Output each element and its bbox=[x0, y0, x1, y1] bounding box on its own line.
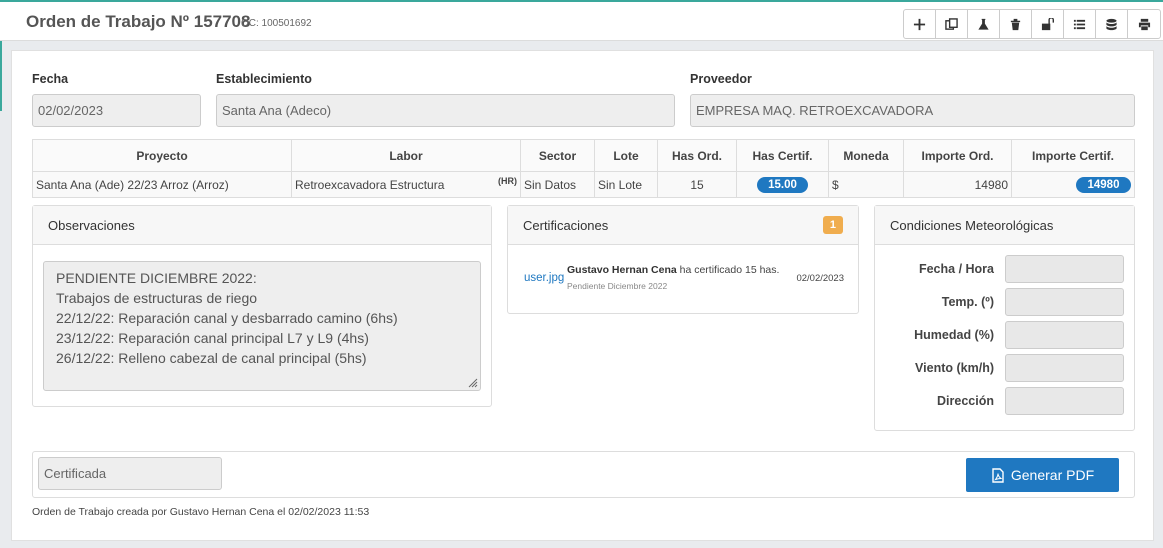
labor-table: Proyecto Labor Sector Lote Has Ord. Has … bbox=[32, 139, 1135, 198]
col-importe-ord: Importe Ord. bbox=[903, 139, 1012, 172]
fecha-hora-input[interactable] bbox=[1005, 255, 1124, 283]
database-icon bbox=[1106, 18, 1117, 30]
lab-button[interactable] bbox=[968, 10, 1000, 38]
col-labor: Labor bbox=[291, 139, 521, 172]
col-sector: Sector bbox=[520, 139, 595, 172]
col-importe-certif: Importe Certif. bbox=[1011, 139, 1135, 172]
cell-proyecto: Santa Ana (Ade) 22/23 Arroz (Arroz) bbox=[32, 171, 292, 198]
pdf-file-icon bbox=[992, 467, 1004, 483]
certification-note: Pendiente Diciembre 2022 bbox=[567, 281, 668, 291]
direccion-label: Dirección bbox=[937, 394, 994, 408]
cell-moneda: $ bbox=[828, 171, 904, 198]
importe-certif-badge: 14980 bbox=[1076, 176, 1131, 193]
certification-text: Gustavo Hernan Cena ha certificado 15 ha… bbox=[567, 264, 779, 276]
certification-date: 02/02/2023 bbox=[796, 273, 844, 284]
obs-line: PENDIENTE DICIEMBRE 2022: bbox=[56, 270, 257, 286]
certification-action: ha certificado 15 has. bbox=[676, 264, 780, 276]
certificaciones-count-badge: 1 bbox=[822, 216, 843, 234]
delete-button[interactable] bbox=[1000, 10, 1032, 38]
obs-line: 23/12/22: Reparación canal principal L7 … bbox=[56, 330, 369, 346]
copy-button[interactable] bbox=[936, 10, 968, 38]
humedad-label: Humedad (%) bbox=[914, 328, 994, 342]
obs-line: 22/12/22: Reparación canal y desbarrado … bbox=[56, 310, 398, 326]
resize-handle-icon[interactable] bbox=[466, 376, 478, 388]
obs-line: Trabajos de estructuras de riego bbox=[56, 290, 258, 306]
col-proyecto: Proyecto bbox=[32, 139, 292, 172]
cell-importe-ord: 14980 bbox=[903, 171, 1012, 198]
certificaciones-title: Certificaciones bbox=[523, 218, 609, 233]
viento-input[interactable] bbox=[1005, 354, 1124, 382]
accent-bar bbox=[0, 41, 2, 111]
table-row: Santa Ana (Ade) 22/23 Arroz (Arroz) Retr… bbox=[32, 171, 1135, 198]
plus-icon bbox=[913, 18, 926, 30]
print-button[interactable] bbox=[1128, 10, 1160, 38]
col-lote: Lote bbox=[594, 139, 658, 172]
print-icon bbox=[1138, 18, 1150, 30]
meteo-panel: Condiciones Meteorológicas Fecha / Hora … bbox=[874, 205, 1135, 431]
trash-icon bbox=[1010, 18, 1021, 30]
cell-has-ord: 15 bbox=[657, 171, 737, 198]
attachment-link[interactable]: user.jpg bbox=[524, 272, 564, 284]
proveedor-field[interactable]: EMPRESA MAQ. RETROEXCAVADORA bbox=[690, 94, 1135, 127]
generate-pdf-label: Generar PDF bbox=[1010, 467, 1095, 483]
has-certif-badge: 15.00 bbox=[757, 176, 808, 193]
col-moneda: Moneda bbox=[828, 139, 904, 172]
direccion-input[interactable] bbox=[1005, 387, 1124, 415]
observaciones-textarea[interactable]: PENDIENTE DICIEMBRE 2022: Trabajos de es… bbox=[43, 261, 481, 391]
labor-tag: (HR) bbox=[498, 175, 517, 186]
fecha-label: Fecha bbox=[32, 72, 69, 86]
col-has-certif: Has Certif. bbox=[736, 139, 829, 172]
work-order-panel: Fecha 02/02/2023 Establecimiento Santa A… bbox=[11, 50, 1154, 541]
temp-input[interactable] bbox=[1005, 288, 1124, 316]
fecha-field[interactable]: 02/02/2023 bbox=[32, 94, 201, 127]
certifier-name: Gustavo Hernan Cena bbox=[567, 264, 677, 276]
proveedor-label: Proveedor bbox=[690, 72, 752, 86]
table-header-row: Proyecto Labor Sector Lote Has Ord. Has … bbox=[32, 139, 1135, 172]
col-has-ord: Has Ord. bbox=[657, 139, 737, 172]
humedad-input[interactable] bbox=[1005, 321, 1124, 349]
cell-sector: Sin Datos bbox=[520, 171, 595, 198]
add-button[interactable] bbox=[904, 10, 936, 38]
cell-labor: Retroexcavadora Estructura (HR) bbox=[291, 171, 521, 198]
action-toolbar bbox=[903, 9, 1161, 39]
establecimiento-label: Establecimiento bbox=[216, 72, 312, 86]
temp-label: Temp. (º) bbox=[941, 295, 994, 309]
oc-number: OC: 100501692 bbox=[241, 18, 312, 29]
flask-icon bbox=[978, 18, 989, 30]
footer-bar: Certificada Generar PDF bbox=[32, 451, 1135, 498]
list-button[interactable] bbox=[1064, 10, 1096, 38]
created-info: Orden de Trabajo creada por Gustavo Hern… bbox=[32, 506, 370, 518]
generate-pdf-button[interactable]: Generar PDF bbox=[966, 458, 1119, 492]
top-bar: Orden de Trabajo Nº 157708 OC: 100501692 bbox=[0, 0, 1163, 41]
obs-line: 26/12/22: Relleno cabezal de canal princ… bbox=[56, 350, 367, 366]
copy-icon bbox=[945, 17, 958, 30]
certificaciones-header: Certificaciones 1 bbox=[508, 206, 858, 245]
status-field[interactable]: Certificada bbox=[38, 457, 222, 490]
unlock-icon bbox=[1041, 17, 1054, 30]
database-button[interactable] bbox=[1096, 10, 1128, 38]
cell-lote: Sin Lote bbox=[594, 171, 658, 198]
unlock-button[interactable] bbox=[1032, 10, 1064, 38]
page-title: Orden de Trabajo Nº 157708 bbox=[26, 12, 251, 31]
certificaciones-panel: Certificaciones 1 user.jpg Gustavo Herna… bbox=[507, 205, 859, 314]
cell-has-certif: 15.00 bbox=[736, 171, 829, 198]
observaciones-title: Observaciones bbox=[33, 206, 491, 245]
observaciones-panel: Observaciones PENDIENTE DICIEMBRE 2022: … bbox=[32, 205, 492, 407]
meteo-title: Condiciones Meteorológicas bbox=[875, 206, 1134, 245]
list-icon bbox=[1073, 19, 1086, 29]
labor-text: Retroexcavadora Estructura bbox=[295, 177, 445, 192]
viento-label: Viento (km/h) bbox=[915, 361, 994, 375]
establecimiento-field[interactable]: Santa Ana (Adeco) bbox=[216, 94, 675, 127]
cell-importe-certif: 14980 bbox=[1011, 171, 1135, 198]
fecha-hora-label: Fecha / Hora bbox=[918, 262, 994, 276]
